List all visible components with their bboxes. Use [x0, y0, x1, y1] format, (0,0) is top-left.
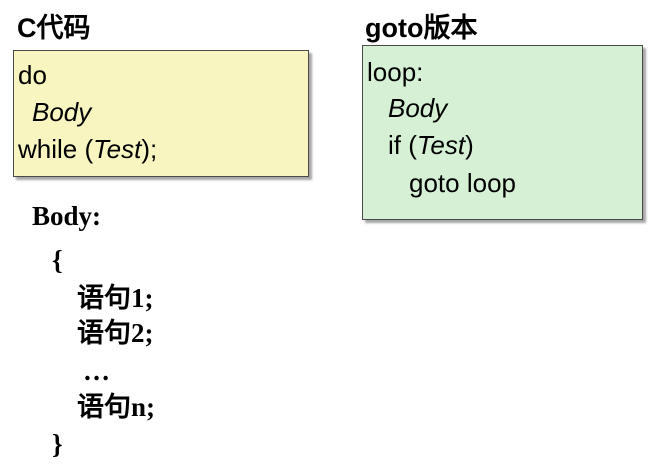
code-line-do: do: [18, 60, 47, 90]
code-line-goto: goto loop: [409, 168, 516, 198]
code-line-body: Body: [32, 97, 92, 127]
c-code-heading: C代码: [17, 13, 91, 43]
statement-1: 语句1;: [77, 283, 154, 313]
goto-code-box: loop: Body if (Test) goto loop: [362, 45, 643, 220]
ellipsis: …: [83, 356, 110, 386]
while-suffix: );: [141, 134, 158, 164]
statement-2: 语句2;: [77, 318, 154, 348]
open-brace: {: [52, 245, 63, 275]
code-line-loop-label: loop:: [367, 57, 424, 87]
while-prefix: while (: [18, 134, 94, 164]
c-code-box: do Body while (Test);: [13, 50, 309, 177]
if-prefix: if (: [388, 130, 417, 160]
goto-version-heading: goto版本: [365, 13, 478, 43]
close-brace: }: [52, 429, 63, 459]
if-test: Test: [416, 130, 466, 160]
code-line-body: Body: [388, 93, 448, 123]
while-test: Test: [93, 134, 142, 164]
statement-n: 语句n;: [77, 392, 156, 422]
code-line-while: while (Test);: [18, 134, 157, 164]
if-suffix: ): [465, 130, 474, 160]
code-line-if: if (Test): [388, 130, 474, 160]
body-label: Body:: [32, 201, 102, 231]
